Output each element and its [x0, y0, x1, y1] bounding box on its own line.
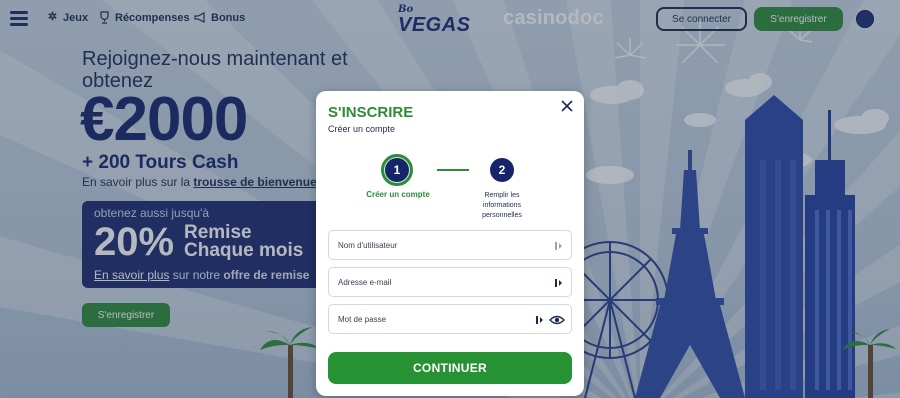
show-password-icon[interactable]: [549, 315, 565, 325]
password-manager-icon: [555, 279, 562, 287]
password-manager-icon: [536, 316, 543, 324]
modal-subtitle: Créer un compte: [328, 124, 396, 134]
email-field[interactable]: Adresse e-mail: [328, 267, 572, 297]
username-field[interactable]: Nom d'utilisateur: [328, 230, 572, 260]
step-connector: [437, 169, 469, 171]
modal-title: S'INSCRIRE: [328, 104, 414, 121]
email-placeholder: Adresse e-mail: [338, 278, 392, 287]
step-2-label: Remplir les informations personnelles: [482, 192, 522, 219]
password-field[interactable]: Mot de passe: [328, 304, 572, 334]
password-manager-icon: [555, 242, 562, 250]
step-1-label: Créer un compte: [366, 190, 430, 199]
step-2-circle: 2: [490, 158, 514, 182]
continue-button[interactable]: CONTINUER: [328, 352, 572, 384]
signup-modal: S'INSCRIRE Créer un compte 1 2 Créer un …: [316, 91, 584, 396]
step-1-circle: 1: [385, 158, 409, 182]
password-placeholder: Mot de passe: [338, 315, 387, 324]
close-icon[interactable]: [560, 99, 574, 113]
username-placeholder: Nom d'utilisateur: [338, 241, 398, 250]
